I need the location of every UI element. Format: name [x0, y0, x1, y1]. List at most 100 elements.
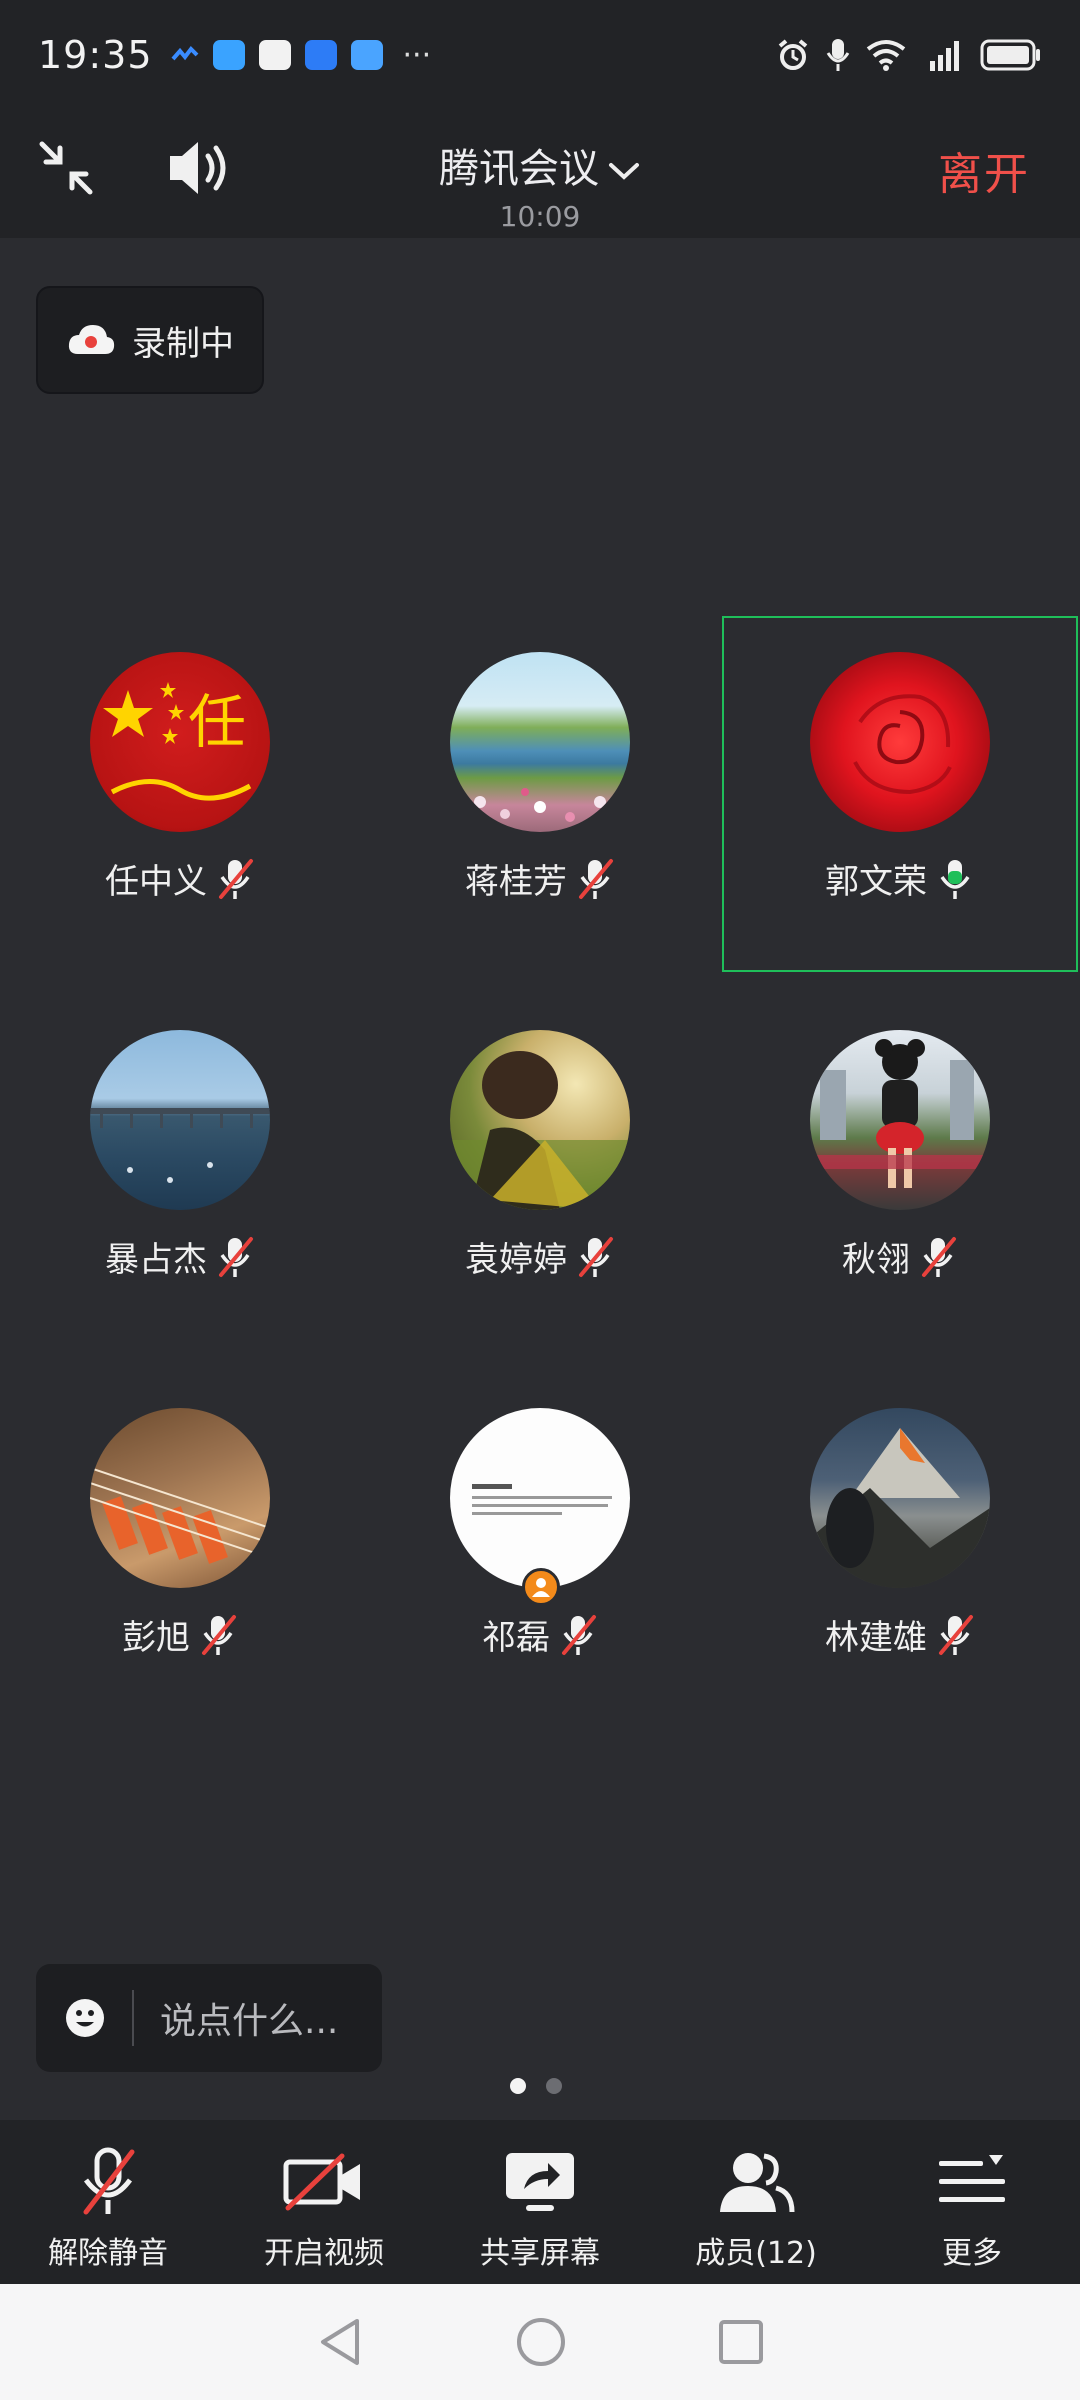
avatar: [90, 1408, 270, 1588]
mic-muted-icon: [579, 1236, 613, 1277]
unmute-label: 解除静音: [48, 2236, 168, 2271]
participant-tile[interactable]: 秋翎: [720, 996, 1080, 1356]
mic-muted-icon: [219, 1236, 253, 1277]
more-button[interactable]: 更多: [864, 2120, 1080, 2284]
page-dot: [546, 2078, 562, 2094]
participant-name-row: 彭旭: [122, 1610, 238, 1659]
avatar: [810, 1030, 990, 1210]
participant-tile[interactable]: 任 任中义: [0, 618, 360, 978]
app-notification-icon: [304, 40, 337, 70]
page-indicator: [510, 2078, 562, 2094]
participant-name-row: 郭文荣: [825, 854, 975, 903]
mic-muted-icon: [939, 1614, 973, 1655]
meeting-title-button[interactable]: 腾讯会议: [0, 136, 1080, 194]
avatar-text: 任: [188, 688, 246, 756]
participant-name: 郭文荣: [825, 862, 927, 902]
video-off-icon: [283, 2153, 360, 2211]
guzheng-avatar-image: [90, 1467, 270, 1564]
participant-name: 蒋桂芳: [465, 862, 567, 902]
participant-name: 秋翎: [842, 1240, 910, 1280]
participant-name: 彭旭: [122, 1618, 190, 1658]
wifi-icon: [866, 40, 906, 71]
participant-name: 祁磊: [482, 1618, 550, 1658]
mail-app-icon: [258, 40, 291, 70]
chat-input[interactable]: 说点什么...: [36, 1964, 382, 2072]
participant-tile[interactable]: 袁婷婷: [360, 996, 720, 1356]
person-icon: [532, 1578, 550, 1597]
avatar: [450, 652, 630, 832]
status-time: 19:35: [38, 33, 153, 77]
mic-muted-icon: [83, 2147, 135, 2215]
recent-apps-icon[interactable]: [717, 2318, 765, 2366]
page-dot-active: [510, 2078, 526, 2094]
flag-avatar-image: 任: [103, 682, 252, 801]
emoji-icon[interactable]: [64, 1997, 106, 2039]
participant-tile[interactable]: 暴占杰: [0, 996, 360, 1356]
participant-name: 袁婷婷: [465, 1240, 567, 1280]
more-menu-icon: [939, 2155, 1005, 2202]
participant-name: 暴占杰: [105, 1240, 207, 1280]
share-screen-label: 共享屏幕: [480, 2236, 600, 2271]
mic-muted-icon: [922, 1236, 956, 1277]
mic-speaking-icon: [940, 859, 970, 899]
microphone-status-icon: [826, 39, 850, 71]
participant-tile[interactable]: 祁磊: [360, 1374, 720, 1734]
participant-name-row: 暴占杰: [105, 1232, 255, 1281]
meeting-header: 腾讯会议 10:09 离开: [0, 110, 1080, 238]
participant-name: 林建雄: [825, 1618, 927, 1658]
child-avatar-image: [810, 1039, 990, 1188]
back-icon[interactable]: [315, 2315, 365, 2369]
participant-tile-active-speaker[interactable]: 郭文荣: [722, 616, 1078, 972]
cellular-signal-icon: [930, 41, 959, 71]
alarm-icon: [778, 39, 808, 70]
text-screenshot-avatar-image: [472, 1484, 612, 1515]
avatar: 任: [90, 652, 270, 832]
mic-muted-icon: [579, 858, 613, 899]
participant-tile[interactable]: 蒋桂芳: [360, 618, 720, 978]
participant-name-row: 林建雄: [825, 1610, 975, 1659]
more-notifications-icon: ···: [402, 37, 432, 73]
start-video-button[interactable]: 开启视频: [216, 2120, 432, 2284]
participant-tile[interactable]: 彭旭: [0, 1374, 360, 1734]
participant-tile[interactable]: 林建雄: [720, 1374, 1080, 1734]
members-icon: [720, 2153, 795, 2213]
status-bar: 19:35 ···: [0, 0, 1080, 110]
meeting-duration: 10:09: [499, 200, 581, 233]
participant-name-row: 袁婷婷: [465, 1232, 615, 1281]
weather-app-icon: [212, 40, 245, 70]
mic-muted-icon: [219, 858, 253, 899]
participant-name-row: 祁磊: [482, 1610, 598, 1659]
avatar: [90, 1030, 270, 1210]
cloud-record-icon: [68, 325, 115, 354]
meeting-title: 腾讯会议: [439, 146, 599, 192]
chevron-down-icon: [609, 163, 639, 180]
mic-muted-icon: [202, 1614, 236, 1655]
chat-divider: [132, 1990, 134, 2046]
chat-placeholder: 说点什么...: [160, 2001, 339, 2042]
avatar: [450, 1408, 630, 1588]
start-video-label: 开启视频: [264, 2236, 384, 2271]
unmute-button[interactable]: 解除静音: [0, 2120, 216, 2284]
meeting-toolbar: 解除静音 开启视频 共享屏幕 成员(12) 更多: [0, 2120, 1080, 2284]
more-label: 更多: [942, 2236, 1002, 2271]
share-screen-button[interactable]: 共享屏幕: [432, 2120, 648, 2284]
members-button[interactable]: 成员(12): [648, 2120, 864, 2284]
home-icon[interactable]: [515, 2316, 567, 2368]
host-badge: [522, 1568, 560, 1606]
avatar: [810, 652, 990, 832]
lake-avatar-image: [474, 788, 606, 822]
participant-name: 任中义: [105, 862, 207, 902]
notification-icons: ···: [171, 37, 432, 73]
avatar: [810, 1408, 990, 1588]
recording-label: 录制中: [132, 323, 234, 364]
system-navigation-bar: [0, 2284, 1080, 2400]
portrait-avatar-image: [450, 1051, 630, 1210]
leave-button[interactable]: 离开: [938, 138, 1030, 202]
recording-badge[interactable]: 录制中: [36, 286, 264, 394]
members-label: 成员(12): [695, 2236, 817, 2271]
avatar-wrapper: [450, 1408, 630, 1606]
rose-avatar-image: [853, 694, 952, 795]
meeting-screen: 19:35 ··· 腾讯会议 10:09 离开 录制中 任 任中义 蒋桂芳 郭文…: [0, 0, 1080, 2400]
mic-muted-icon: [562, 1614, 596, 1655]
signal-wave-icon: [171, 45, 198, 61]
